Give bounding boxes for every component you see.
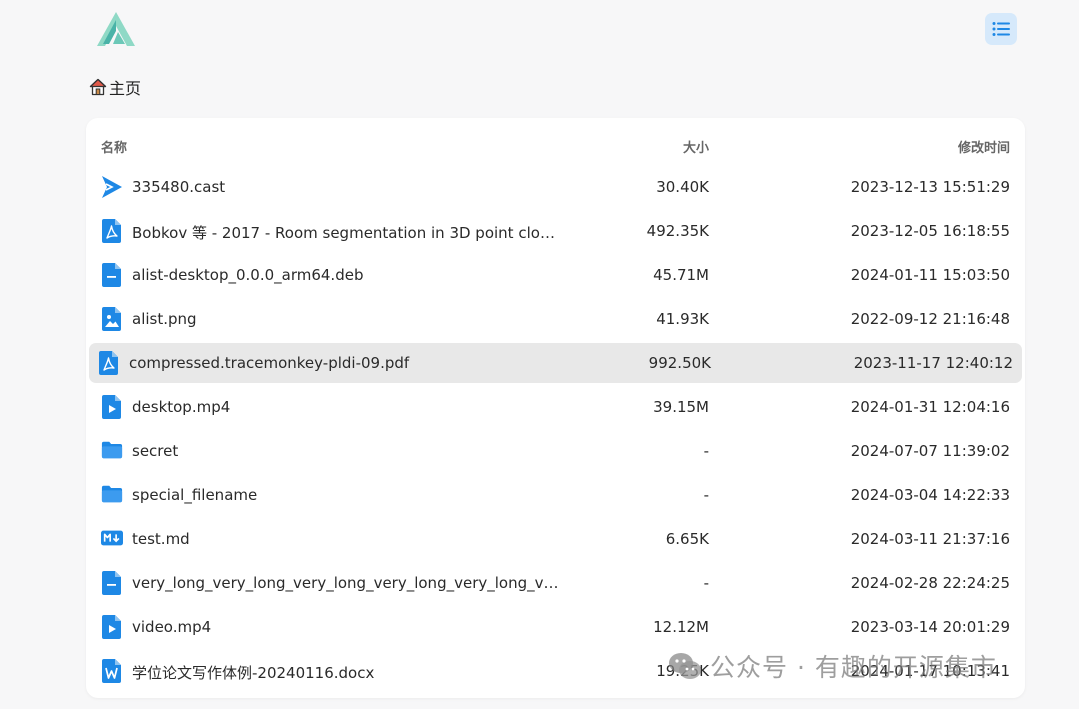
layout-toggle-button[interactable] — [985, 13, 1017, 45]
file-name[interactable]: 335480.cast — [132, 178, 562, 196]
file-modified-time: 2024-03-11 21:37:16 — [850, 530, 1010, 548]
file-name[interactable]: test.md — [132, 530, 562, 548]
file-name[interactable]: 学位论文写作体例-20240116.docx — [132, 662, 562, 683]
file-modified-time: 2024-03-04 14:22:33 — [850, 486, 1010, 504]
file-name[interactable]: very_long_very_long_very_long_very_long_… — [132, 574, 562, 592]
pdf-file-icon — [101, 219, 123, 243]
file-list-panel: 名称 大小 修改时间 335480.cast 30.40K 2023-12-13 1… — [86, 118, 1025, 698]
file-row[interactable]: alist.png 41.93K 2022-09-12 21:16:48 — [86, 297, 1025, 341]
file-size: 12.12M — [653, 618, 709, 636]
video-file-icon — [101, 615, 123, 639]
breadcrumb[interactable]: 主页 — [89, 76, 141, 98]
file-row[interactable]: compressed.tracemonkey-pldi-09.pdf 992.50… — [86, 341, 1025, 385]
folder-icon — [101, 439, 123, 463]
table-header: 名称 大小 修改时间 — [86, 134, 1025, 156]
file-row[interactable]: video.mp4 12.12M 2023-03-14 20:01:29 — [86, 605, 1025, 649]
file-size: - — [703, 486, 709, 504]
file-row[interactable]: special_filename - 2024-03-04 14:22:33 — [86, 473, 1025, 517]
word-file-icon — [101, 659, 123, 683]
file-name[interactable]: desktop.mp4 — [132, 398, 562, 416]
file-size: - — [703, 442, 709, 460]
file-modified-time: 2023-11-17 12:40:12 — [853, 354, 1013, 372]
file-list: 335480.cast 30.40K 2023-12-13 15:51:29 Bobk… — [86, 165, 1025, 693]
breadcrumb-home-label[interactable]: 主页 — [109, 75, 141, 99]
home-icon — [89, 78, 107, 96]
file-modified-time: 2024-07-07 11:39:02 — [850, 442, 1010, 460]
column-header-name[interactable]: 名称 — [101, 137, 127, 156]
file-modified-time: 2023-12-05 16:18:55 — [850, 222, 1010, 240]
file-row[interactable]: alist-desktop_0.0.0_arm64.deb 45.71M 2024-… — [86, 253, 1025, 297]
file-row[interactable]: 学位论文写作体例-20240116.docx 19.25K 2024-01-17 1… — [86, 649, 1025, 693]
file-row[interactable]: Bobkov 等 - 2017 - Room segmentation in 3… — [86, 209, 1025, 253]
file-size: 41.93K — [656, 310, 709, 328]
column-header-size[interactable]: 大小 — [683, 137, 709, 156]
file-row[interactable]: secret - 2024-07-07 11:39:02 — [86, 429, 1025, 473]
file-modified-time: 2023-03-14 20:01:29 — [850, 618, 1010, 636]
file-name[interactable]: secret — [132, 442, 562, 460]
text-file-icon — [101, 571, 123, 595]
file-modified-time: 2024-01-31 12:04:16 — [850, 398, 1010, 416]
file-row[interactable]: desktop.mp4 39.15M 2024-01-31 12:04:16 — [86, 385, 1025, 429]
file-name[interactable]: Bobkov 等 - 2017 - Room segmentation in 3… — [132, 222, 562, 243]
column-header-modified[interactable]: 修改时间 — [958, 137, 1010, 156]
video-cast-icon — [101, 175, 123, 199]
text-file-icon — [101, 263, 123, 287]
image-file-icon — [101, 307, 123, 331]
folder-icon — [101, 483, 123, 507]
file-size: 39.15M — [653, 398, 709, 416]
file-modified-time: 2024-02-28 22:24:25 — [850, 574, 1010, 592]
file-name[interactable]: compressed.tracemonkey-pldi-09.pdf — [129, 354, 559, 372]
pdf-file-icon — [98, 351, 120, 375]
alist-logo-icon[interactable] — [95, 10, 137, 48]
file-name[interactable]: special_filename — [132, 486, 562, 504]
video-file-icon — [101, 395, 123, 419]
file-name[interactable]: alist-desktop_0.0.0_arm64.deb — [132, 266, 562, 284]
file-row[interactable]: 335480.cast 30.40K 2023-12-13 15:51:29 — [86, 165, 1025, 209]
file-name[interactable]: alist.png — [132, 310, 562, 328]
file-size: - — [703, 574, 709, 592]
file-name[interactable]: video.mp4 — [132, 618, 562, 636]
file-size: 6.65K — [665, 530, 709, 548]
file-modified-time: 2024-01-11 15:03:50 — [850, 266, 1010, 284]
list-view-icon — [992, 22, 1010, 36]
file-modified-time: 2023-12-13 15:51:29 — [850, 178, 1010, 196]
file-row[interactable]: test.md 6.65K 2024-03-11 21:37:16 — [86, 517, 1025, 561]
file-size: 45.71M — [653, 266, 709, 284]
file-size: 992.50K — [648, 354, 711, 372]
file-modified-time: 2022-09-12 21:16:48 — [850, 310, 1010, 328]
file-size: 19.25K — [656, 662, 709, 680]
file-size: 492.35K — [646, 222, 709, 240]
file-modified-time: 2024-01-17 10:13:41 — [850, 662, 1010, 680]
file-size: 30.40K — [656, 178, 709, 196]
markdown-file-icon — [101, 527, 123, 551]
file-row[interactable]: very_long_very_long_very_long_very_long_… — [86, 561, 1025, 605]
